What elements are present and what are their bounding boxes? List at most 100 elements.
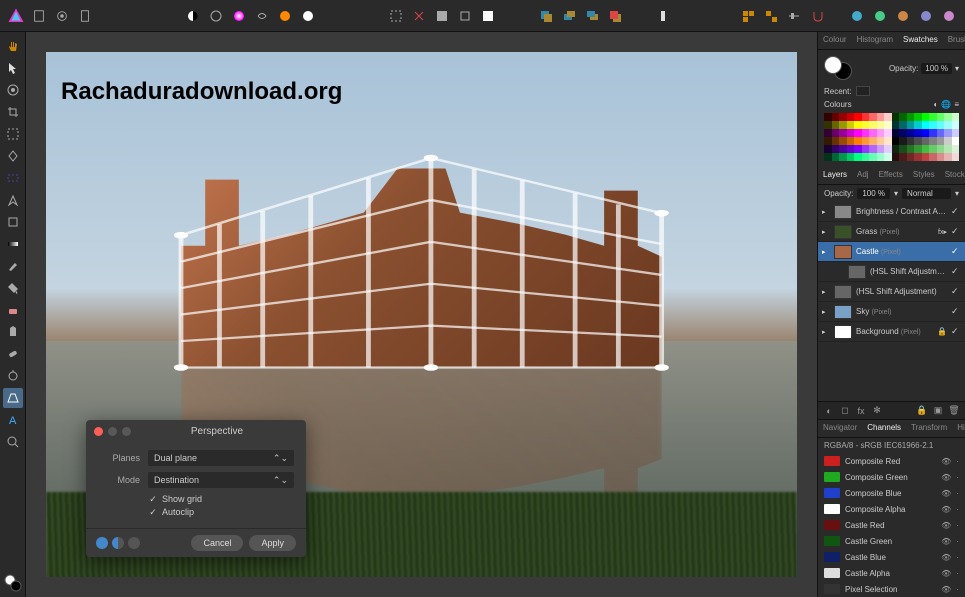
swatch[interactable]: [832, 145, 840, 153]
swatch[interactable]: [937, 153, 945, 161]
swatch[interactable]: [922, 153, 930, 161]
swatch[interactable]: [847, 145, 855, 153]
swatch[interactable]: [907, 129, 915, 137]
swatch[interactable]: [922, 113, 930, 121]
swatch[interactable]: [922, 137, 930, 145]
chevron-right-icon[interactable]: ▸: [822, 308, 830, 316]
contrast-icon[interactable]: [183, 6, 203, 26]
swatch[interactable]: [952, 145, 960, 153]
swatch[interactable]: [944, 121, 952, 129]
channel-edit-icon[interactable]: ·: [956, 457, 959, 466]
swatch[interactable]: [899, 137, 907, 145]
swatch[interactable]: [824, 137, 832, 145]
swatch[interactable]: [929, 153, 937, 161]
swatch[interactable]: [952, 121, 960, 129]
swatch[interactable]: [877, 129, 885, 137]
app-logo-icon[interactable]: [6, 6, 26, 26]
swatch[interactable]: [892, 129, 900, 137]
ungroup-icon[interactable]: [761, 6, 781, 26]
fill-tool-icon[interactable]: [3, 278, 23, 298]
swatch[interactable]: [877, 113, 885, 121]
before-preview-icon[interactable]: [96, 537, 108, 549]
swatch-global-icon[interactable]: 🌐: [941, 100, 951, 109]
swatch[interactable]: [839, 129, 847, 137]
swatch[interactable]: [892, 145, 900, 153]
group-icon[interactable]: [738, 6, 758, 26]
chevron-right-icon[interactable]: ▸: [822, 328, 830, 336]
channel-edit-icon[interactable]: ·: [956, 537, 959, 546]
swatch[interactable]: [937, 121, 945, 129]
quick-mask-icon[interactable]: [455, 6, 475, 26]
swatch[interactable]: [892, 137, 900, 145]
fx-icon[interactable]: fx: [855, 405, 867, 417]
swatch[interactable]: [884, 113, 892, 121]
swatch-add-icon[interactable]: ◐: [934, 100, 939, 109]
chevron-right-icon[interactable]: ▸: [822, 228, 830, 236]
swatch[interactable]: [824, 153, 832, 161]
swatch[interactable]: [892, 121, 900, 129]
eraser-tool-icon[interactable]: [3, 300, 23, 320]
tab-channels[interactable]: Channels: [862, 420, 906, 437]
crop-icon[interactable]: [478, 6, 498, 26]
chevron-down-icon[interactable]: ▾: [894, 189, 898, 198]
visibility-checkbox[interactable]: ✓: [951, 286, 961, 297]
swatch[interactable]: [937, 145, 945, 153]
swatch[interactable]: [914, 137, 922, 145]
delete-layer-icon[interactable]: 🗑: [948, 405, 960, 417]
swatch[interactable]: [854, 129, 862, 137]
visibility-checkbox[interactable]: ✓: [951, 246, 961, 257]
swatch[interactable]: [847, 129, 855, 137]
channel-visibility-icon[interactable]: 👁: [941, 489, 951, 498]
layer-row[interactable]: ▸ (HSL Shift Adjustment) ✓: [818, 282, 965, 302]
planes-select[interactable]: Dual plane⌃⌄: [148, 450, 294, 466]
layer-row[interactable]: ▸ Grass (Pixel) fx▸ ✓: [818, 222, 965, 242]
layer-row[interactable]: ▸ Sky (Pixel) ✓: [818, 302, 965, 322]
recent-swatch[interactable]: [856, 86, 870, 96]
arrange-front-icon[interactable]: [605, 6, 625, 26]
swatch[interactable]: [877, 137, 885, 145]
blend-mode-select[interactable]: Normal: [902, 188, 951, 199]
swatch[interactable]: [862, 121, 870, 129]
tab-swatches[interactable]: Swatches: [898, 32, 943, 49]
tab-effects[interactable]: Effects: [874, 167, 908, 184]
swatch[interactable]: [944, 153, 952, 161]
swatch-menu-icon[interactable]: ≡: [954, 100, 959, 109]
tab-navigator[interactable]: Navigator: [818, 420, 862, 437]
swatch[interactable]: [944, 129, 952, 137]
swatch[interactable]: [929, 113, 937, 121]
swatch[interactable]: [884, 129, 892, 137]
tab-history[interactable]: History: [952, 420, 965, 437]
swatch[interactable]: [839, 153, 847, 161]
swatch[interactable]: [907, 113, 915, 121]
visibility-checkbox[interactable]: ✓: [951, 266, 961, 277]
colour-wheel-icon[interactable]: [229, 6, 249, 26]
dialog-titlebar[interactable]: Perspective: [86, 420, 306, 442]
swatch[interactable]: [914, 145, 922, 153]
swatch[interactable]: [944, 145, 952, 153]
persona-develop-icon[interactable]: [893, 6, 913, 26]
crop-tool-icon[interactable]: [3, 102, 23, 122]
channel-edit-icon[interactable]: ·: [956, 489, 959, 498]
channel-edit-icon[interactable]: ·: [956, 585, 959, 594]
tab-histogram[interactable]: Histogram: [852, 32, 898, 49]
chevron-right-icon[interactable]: ▸: [822, 208, 830, 216]
persona-liquify-icon[interactable]: [870, 6, 890, 26]
swatch[interactable]: [884, 137, 892, 145]
gradient-tool-icon[interactable]: [3, 234, 23, 254]
swatch[interactable]: [914, 113, 922, 121]
channel-visibility-icon[interactable]: 👁: [941, 585, 951, 594]
autoclip-checkbox[interactable]: ✓Autoclip: [148, 507, 294, 517]
channel-row[interactable]: Castle Alpha 👁 ·: [818, 565, 965, 581]
swatch[interactable]: [922, 129, 930, 137]
channel-edit-icon[interactable]: ·: [956, 473, 959, 482]
invert-selection-icon[interactable]: [432, 6, 452, 26]
swatch[interactable]: [832, 153, 840, 161]
channel-row[interactable]: Castle Red 👁 ·: [818, 517, 965, 533]
swatch[interactable]: [877, 121, 885, 129]
colour-picker-tool-icon[interactable]: [3, 80, 23, 100]
swatch[interactable]: [944, 137, 952, 145]
mask-icon[interactable]: [298, 6, 318, 26]
swatch[interactable]: [832, 137, 840, 145]
foreground-colour-well[interactable]: [3, 573, 23, 593]
swatch[interactable]: [892, 153, 900, 161]
